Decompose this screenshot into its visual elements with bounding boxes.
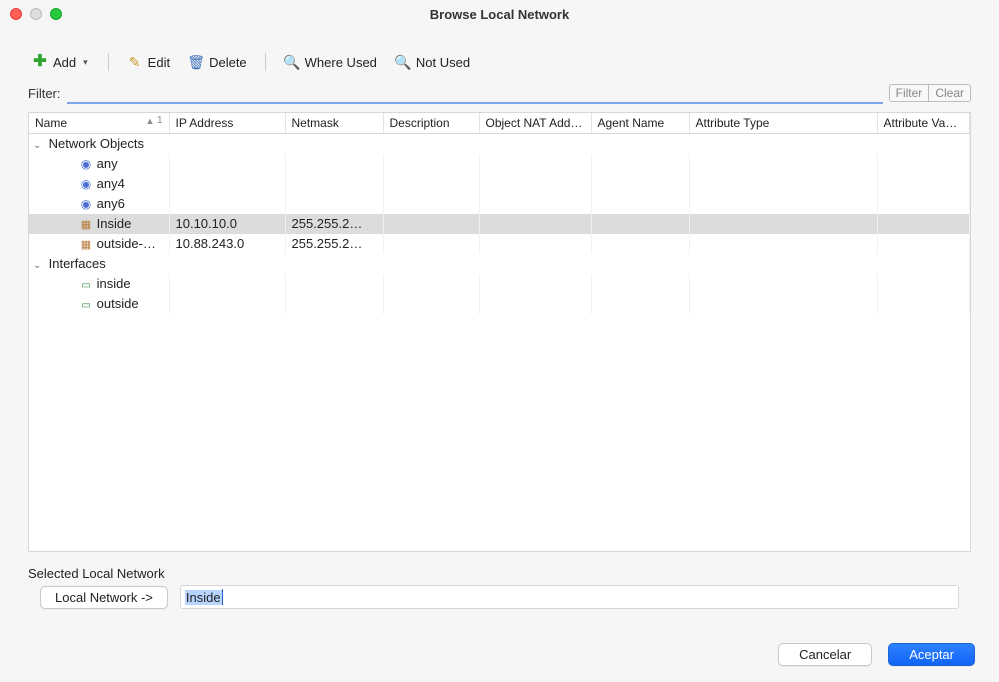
filter-button[interactable]: Filter xyxy=(889,84,930,102)
disclosure-icon: ⌄ xyxy=(33,260,45,271)
row-ip: 10.10.10.0 xyxy=(169,214,285,234)
row-mask xyxy=(285,154,383,174)
col-name-label: Name xyxy=(35,116,67,130)
network-icon: ▦ xyxy=(79,238,93,251)
table-row[interactable]: ◉ any6 xyxy=(29,194,970,214)
interface-icon: ▭ xyxy=(79,300,93,311)
row-mask xyxy=(285,174,383,194)
toolbar: ✚ Add ▾ ✎ Edit 🗑 Delete 🔍 Where Used 🔍 N… xyxy=(0,28,999,78)
row-name: any6 xyxy=(97,196,125,211)
toolbar-separator xyxy=(265,53,266,71)
selected-section-label: Selected Local Network xyxy=(0,552,999,585)
globe-icon: ◉ xyxy=(79,157,93,171)
where-used-label: Where Used xyxy=(305,55,377,70)
row-mask xyxy=(285,294,383,314)
interface-icon: ▭ xyxy=(79,280,93,291)
pencil-icon: ✎ xyxy=(127,54,143,70)
row-ip xyxy=(169,294,285,314)
row-mask: 255.255.2… xyxy=(285,214,383,234)
globe-icon: ◉ xyxy=(79,177,93,191)
table-row[interactable]: ◉ any4 xyxy=(29,174,970,194)
cancel-button[interactable]: Cancelar xyxy=(778,643,872,666)
edit-label: Edit xyxy=(148,55,170,70)
window-title: Browse Local Network xyxy=(0,7,999,22)
globe-icon: ◉ xyxy=(79,197,93,211)
col-name[interactable]: Name ▲ 1 xyxy=(29,113,169,134)
row-ip xyxy=(169,274,285,294)
row-name: any xyxy=(97,156,118,171)
row-ip xyxy=(169,154,285,174)
text-caret-icon xyxy=(222,589,223,605)
col-nat[interactable]: Object NAT Add… xyxy=(479,113,591,134)
edit-button[interactable]: ✎ Edit xyxy=(123,52,174,72)
not-used-button[interactable]: 🔍 Not Used xyxy=(391,52,474,72)
window-controls xyxy=(0,8,62,20)
search-icon: 🔍 xyxy=(395,54,411,70)
filter-label: Filter: xyxy=(28,86,61,101)
filter-input[interactable] xyxy=(67,82,883,104)
table-row[interactable]: ▦ Inside 10.10.10.0255.255.2… xyxy=(29,214,970,234)
col-agent[interactable]: Agent Name xyxy=(591,113,689,134)
toolbar-separator xyxy=(108,53,109,71)
group-row[interactable]: ⌄ Interfaces xyxy=(29,254,970,274)
row-mask xyxy=(285,194,383,214)
table-header-row: Name ▲ 1 IP Address Netmask Description … xyxy=(29,113,970,134)
row-ip: 10.88.243.0 xyxy=(169,234,285,254)
selected-value-text: Inside xyxy=(185,590,222,605)
row-ip xyxy=(169,194,285,214)
group-label: Network Objects xyxy=(49,136,144,151)
add-button[interactable]: ✚ Add ▾ xyxy=(28,52,94,72)
plus-icon: ✚ xyxy=(32,54,48,70)
add-label: Add xyxy=(53,55,76,70)
clear-button[interactable]: Clear xyxy=(929,84,971,102)
where-used-button[interactable]: 🔍 Where Used xyxy=(280,52,381,72)
filter-row: Filter: Filter Clear xyxy=(0,78,999,112)
table-row[interactable]: ▭ inside xyxy=(29,274,970,294)
sort-asc-icon: ▲ 1 xyxy=(146,116,163,127)
row-mask xyxy=(285,274,383,294)
minimize-window-icon xyxy=(30,8,42,20)
object-table: Name ▲ 1 IP Address Netmask Description … xyxy=(28,112,971,552)
trash-icon: 🗑 xyxy=(188,54,204,70)
ok-button[interactable]: Aceptar xyxy=(888,643,975,666)
table-row[interactable]: ▭ outside xyxy=(29,294,970,314)
row-name: Inside xyxy=(97,216,132,231)
close-window-icon[interactable] xyxy=(10,8,22,20)
zoom-window-icon[interactable] xyxy=(50,8,62,20)
col-atype[interactable]: Attribute Type xyxy=(689,113,877,134)
row-name: outside-… xyxy=(97,236,156,251)
selected-row: Local Network -> Inside xyxy=(0,585,999,609)
selected-value-field[interactable]: Inside xyxy=(180,585,959,609)
titlebar: Browse Local Network xyxy=(0,0,999,28)
table-row[interactable]: ◉ any xyxy=(29,154,970,174)
row-name: inside xyxy=(97,276,131,291)
col-desc[interactable]: Description xyxy=(383,113,479,134)
row-name: outside xyxy=(97,296,139,311)
chevron-down-icon: ▾ xyxy=(83,57,88,68)
col-mask[interactable]: Netmask xyxy=(285,113,383,134)
delete-button[interactable]: 🗑 Delete xyxy=(184,52,251,72)
local-network-button[interactable]: Local Network -> xyxy=(40,586,168,609)
row-ip xyxy=(169,174,285,194)
col-ip[interactable]: IP Address xyxy=(169,113,285,134)
row-mask: 255.255.2… xyxy=(285,234,383,254)
group-row[interactable]: ⌄ Network Objects xyxy=(29,134,970,154)
group-label: Interfaces xyxy=(49,256,106,271)
table-row[interactable]: ▦ outside-… 10.88.243.0255.255.2… xyxy=(29,234,970,254)
network-icon: ▦ xyxy=(79,218,93,231)
disclosure-icon: ⌄ xyxy=(33,140,45,151)
dialog-actions: Cancelar Aceptar xyxy=(778,643,975,666)
col-aval[interactable]: Attribute Va… xyxy=(877,113,970,134)
search-icon: 🔍 xyxy=(284,54,300,70)
not-used-label: Not Used xyxy=(416,55,470,70)
row-name: any4 xyxy=(97,176,125,191)
delete-label: Delete xyxy=(209,55,247,70)
